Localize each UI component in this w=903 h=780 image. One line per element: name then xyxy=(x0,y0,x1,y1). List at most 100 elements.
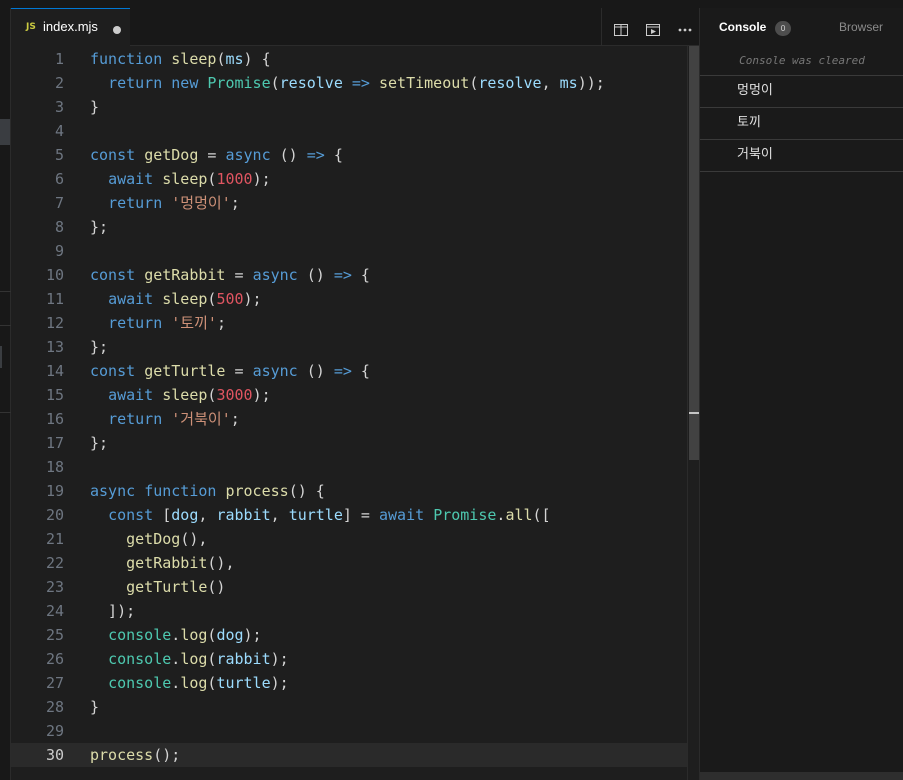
line-number: 3 xyxy=(54,98,64,116)
code-line[interactable]: 20 const [dog, rabbit, turtle] = await P… xyxy=(11,503,687,527)
line-source: ]); xyxy=(90,599,135,623)
code-token: setTimeout xyxy=(379,74,470,92)
line-number: 6 xyxy=(54,170,64,188)
code-token: { xyxy=(324,146,343,164)
code-token: ); xyxy=(243,290,262,308)
code-line[interactable]: 5 const getDog = async () => { xyxy=(11,143,687,167)
tab-console[interactable]: Console xyxy=(719,20,766,34)
code-line[interactable]: 30 process(); xyxy=(11,743,687,767)
code-token: ); xyxy=(270,650,289,668)
code-token: (), xyxy=(180,530,208,548)
code-token: turtle xyxy=(216,674,271,692)
code-line[interactable]: 21 getDog(), xyxy=(11,527,687,551)
line-number: 11 xyxy=(45,290,64,308)
code-line[interactable]: 12 return '토끼'; xyxy=(11,311,687,335)
code-line[interactable]: 26 console.log(rabbit); xyxy=(11,647,687,671)
code-token: process xyxy=(225,482,289,500)
code-token: sleep xyxy=(171,50,217,68)
code-token: => xyxy=(333,362,352,380)
code-token: () xyxy=(270,146,307,164)
code-line[interactable]: 15 await sleep(3000); xyxy=(11,383,687,407)
preview-icon[interactable] xyxy=(646,21,660,36)
code-line[interactable]: 18 xyxy=(11,455,687,479)
code-token: ms xyxy=(559,74,578,92)
panel-tabs: Console 0 Browser xyxy=(700,8,903,46)
tab-browser[interactable]: Browser xyxy=(839,20,883,34)
line-source: const getTurtle = async () => { xyxy=(90,359,370,383)
code-line[interactable]: 19 async function process() { xyxy=(11,479,687,503)
activity-indicator xyxy=(0,346,2,368)
code-line[interactable]: 14 const getTurtle = async () => { xyxy=(11,359,687,383)
code-token: } xyxy=(90,98,100,116)
code-line[interactable]: 16 return '거북이'; xyxy=(11,407,687,431)
code-area[interactable]: 1 function sleep(ms) {2 return new Promis… xyxy=(11,46,687,780)
code-line[interactable]: 8}; xyxy=(11,215,687,239)
code-token: ([ xyxy=(532,506,551,524)
code-token: getTurtle xyxy=(144,362,226,380)
code-token: console xyxy=(108,626,172,644)
line-number: 16 xyxy=(45,410,64,428)
code-token: 500 xyxy=(216,290,244,308)
line-number: 18 xyxy=(45,458,64,476)
code-token: async xyxy=(252,362,298,380)
activity-indicator[interactable] xyxy=(0,119,10,145)
line-source: return new Promise(resolve => setTimeout… xyxy=(90,71,605,95)
line-number: 1 xyxy=(54,50,64,68)
code-line[interactable]: 3} xyxy=(11,95,687,119)
more-actions-icon[interactable] xyxy=(678,21,692,33)
line-number: 28 xyxy=(45,698,64,716)
code-token: const xyxy=(108,506,154,524)
code-line[interactable]: 17}; xyxy=(11,431,687,455)
code-line[interactable]: 24 ]); xyxy=(11,599,687,623)
code-token: => xyxy=(351,74,370,92)
code-line[interactable]: 11 await sleep(500); xyxy=(11,287,687,311)
code-line[interactable]: 27 console.log(turtle); xyxy=(11,671,687,695)
code-token: const xyxy=(90,146,136,164)
code-line[interactable]: 28} xyxy=(11,695,687,719)
code-token: await xyxy=(108,170,154,188)
panel-horizontal-scrollbar[interactable] xyxy=(700,772,903,780)
code-token: const xyxy=(90,362,136,380)
line-number: 17 xyxy=(45,434,64,452)
code-line[interactable]: 6 await sleep(1000); xyxy=(11,167,687,191)
file-tab-index-mjs[interactable]: JS index.mjs xyxy=(11,8,130,46)
code-token: log xyxy=(180,626,208,644)
code-line[interactable]: 29 xyxy=(11,719,687,743)
line-number: 9 xyxy=(54,242,64,260)
code-token: ); xyxy=(270,674,289,692)
code-token: return xyxy=(108,74,163,92)
editor-scrollbar[interactable] xyxy=(687,46,701,780)
split-editor-icon[interactable] xyxy=(614,21,628,36)
line-source: console.log(turtle); xyxy=(90,671,289,695)
code-line[interactable]: 22 getRabbit(), xyxy=(11,551,687,575)
code-line[interactable]: 7 return '멍멍이'; xyxy=(11,191,687,215)
line-source: await sleep(500); xyxy=(90,287,262,311)
line-number: 12 xyxy=(45,314,64,332)
line-source: }; xyxy=(90,215,108,239)
code-line[interactable]: 25 console.log(dog); xyxy=(11,623,687,647)
code-token: '멍멍이' xyxy=(171,194,231,212)
code-line[interactable]: 13}; xyxy=(11,335,687,359)
line-number: 7 xyxy=(54,194,64,212)
code-line[interactable]: 9 xyxy=(11,239,687,263)
code-token: return xyxy=(108,314,163,332)
unsaved-dot-icon[interactable] xyxy=(113,26,121,34)
code-token: await xyxy=(108,290,154,308)
code-line[interactable]: 1 function sleep(ms) { xyxy=(11,47,687,71)
code-line[interactable]: 2 return new Promise(resolve => setTimeo… xyxy=(11,71,687,95)
code-line[interactable]: 23 getTurtle() xyxy=(11,575,687,599)
code-line[interactable]: 4 xyxy=(11,119,687,143)
console-cleared-message: Console was cleared xyxy=(700,52,903,76)
code-line[interactable]: 10 const getRabbit = async () => { xyxy=(11,263,687,287)
code-token: . xyxy=(171,626,181,644)
code-token: ; xyxy=(216,314,226,332)
